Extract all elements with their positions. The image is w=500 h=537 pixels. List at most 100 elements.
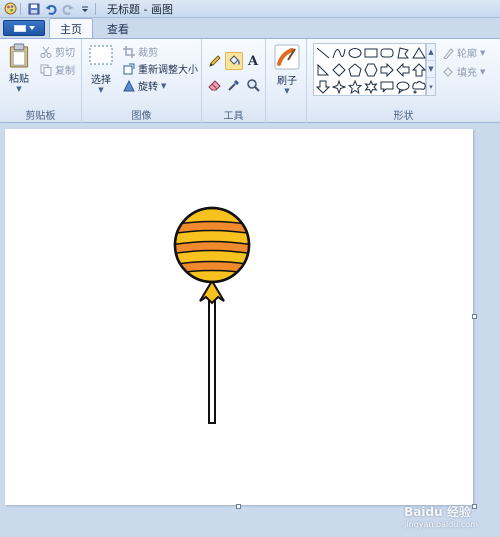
chevron-down-icon bbox=[28, 26, 35, 30]
shapes-group-label: 形状 bbox=[393, 111, 414, 122]
customize-toolbar-icon[interactable] bbox=[78, 2, 92, 16]
line-shape[interactable] bbox=[315, 45, 331, 61]
four-point-star-shape[interactable] bbox=[331, 79, 347, 95]
lollipop-stick bbox=[208, 300, 216, 424]
eraser-icon bbox=[208, 80, 221, 91]
lollipop-knot bbox=[199, 279, 225, 305]
fill-button[interactable]: 填充 ▼ bbox=[441, 64, 485, 79]
polygon-icon bbox=[397, 47, 409, 59]
chevron-down-icon: ▼ bbox=[284, 87, 290, 95]
chevron-down-icon: ▼ bbox=[480, 67, 486, 76]
chevron-down-icon: ▼ bbox=[98, 86, 104, 94]
eyedropper-icon bbox=[228, 79, 240, 91]
crop-icon bbox=[122, 45, 135, 58]
gallery-expand-icon[interactable]: ▾ bbox=[427, 78, 435, 95]
select-button[interactable]: 选择 ▼ bbox=[88, 45, 114, 95]
eraser-tool[interactable] bbox=[206, 76, 224, 94]
title-bar: 无标题 - 画图 bbox=[0, 0, 500, 18]
rounded-rectangle-shape[interactable] bbox=[379, 45, 395, 61]
fill-label: 填充 bbox=[457, 68, 477, 79]
magnifier-tool[interactable] bbox=[244, 76, 262, 94]
drawing-canvas[interactable] bbox=[5, 129, 473, 505]
polygon-shape[interactable] bbox=[395, 45, 411, 61]
paint-app-icon[interactable] bbox=[3, 2, 17, 16]
oval-callout-shape[interactable] bbox=[395, 79, 411, 95]
shapes-gallery bbox=[313, 43, 426, 96]
clipboard-group: 粘贴 ▼ 剪切 复制 剪贴板 bbox=[0, 39, 82, 124]
outline-label: 轮廓 bbox=[457, 49, 477, 60]
color-picker-tool[interactable] bbox=[225, 76, 243, 94]
image-group: 选择 ▼ 裁剪 重新调整大小 旋转 ▼ 图像 bbox=[82, 39, 202, 124]
fill-tool[interactable] bbox=[225, 52, 243, 70]
tab-view[interactable]: 查看 bbox=[97, 19, 139, 38]
left-arrow-shape[interactable] bbox=[395, 62, 411, 78]
rotate-label: 旋转 bbox=[138, 82, 158, 93]
oval-callout-icon bbox=[396, 81, 410, 94]
cloud-callout-icon bbox=[412, 81, 426, 94]
copy-button[interactable]: 复制 bbox=[39, 62, 75, 77]
paint-menu-button[interactable] bbox=[3, 20, 45, 36]
rotate-button[interactable]: 旋转 ▼ bbox=[122, 78, 166, 93]
canvas-resize-handle-right[interactable] bbox=[472, 314, 477, 319]
brush-icon bbox=[274, 44, 300, 70]
triangle-icon bbox=[412, 47, 426, 59]
crop-button[interactable]: 裁剪 bbox=[122, 44, 158, 59]
tools-group: A 工具 bbox=[202, 39, 266, 124]
right-arrow-icon bbox=[380, 63, 394, 77]
redo-icon[interactable] bbox=[61, 2, 75, 16]
tools-group-label: 工具 bbox=[223, 111, 244, 122]
canvas-resize-handle-bottom[interactable] bbox=[236, 504, 241, 509]
oval-shape[interactable] bbox=[347, 45, 363, 61]
undo-icon[interactable] bbox=[44, 2, 58, 16]
scissors-icon bbox=[39, 45, 52, 58]
brushes-label: 刷子 bbox=[277, 76, 297, 87]
four-point-star-icon bbox=[332, 80, 346, 94]
oval-icon bbox=[348, 48, 362, 58]
pentagon-icon bbox=[348, 63, 362, 77]
diamond-icon bbox=[332, 63, 346, 77]
rect-callout-shape[interactable] bbox=[379, 79, 395, 95]
brushes-button[interactable]: 刷子 ▼ bbox=[272, 44, 302, 99]
cloud-callout-shape[interactable] bbox=[411, 79, 427, 95]
rotate-icon bbox=[122, 79, 135, 92]
right-arrow-shape[interactable] bbox=[379, 62, 395, 78]
up-arrow-shape[interactable] bbox=[411, 62, 427, 78]
rectangle-icon bbox=[364, 48, 378, 58]
hexagon-shape[interactable] bbox=[363, 62, 379, 78]
text-tool[interactable]: A bbox=[244, 52, 262, 70]
shapes-gallery-scroll[interactable]: ▲ ▼ ▾ bbox=[426, 43, 436, 96]
chevron-down-icon: ▼ bbox=[161, 81, 167, 90]
five-point-star-shape[interactable] bbox=[347, 79, 363, 95]
right-triangle-shape[interactable] bbox=[315, 62, 331, 78]
line-icon bbox=[316, 47, 330, 59]
diamond-shape[interactable] bbox=[331, 62, 347, 78]
cut-button[interactable]: 剪切 bbox=[39, 44, 75, 59]
tab-home[interactable]: 主页 bbox=[49, 18, 93, 38]
resize-icon bbox=[122, 62, 135, 75]
scroll-down-icon[interactable]: ▼ bbox=[427, 61, 435, 78]
pencil-tool[interactable] bbox=[206, 52, 224, 70]
scroll-up-icon[interactable]: ▲ bbox=[427, 44, 435, 61]
hexagon-icon bbox=[364, 63, 378, 77]
up-arrow-icon bbox=[412, 63, 426, 77]
magnifier-icon bbox=[247, 79, 260, 92]
triangle-shape[interactable] bbox=[411, 45, 427, 61]
six-point-star-shape[interactable] bbox=[363, 79, 379, 95]
paste-button[interactable]: 粘贴 ▼ bbox=[5, 43, 33, 93]
crop-label: 裁剪 bbox=[138, 48, 158, 59]
resize-button[interactable]: 重新调整大小 bbox=[122, 61, 198, 76]
image-group-label: 图像 bbox=[131, 111, 152, 122]
clipboard-group-label: 剪贴板 bbox=[25, 111, 56, 122]
paint-bucket-icon bbox=[229, 55, 240, 66]
save-icon[interactable] bbox=[27, 2, 41, 16]
curve-shape[interactable] bbox=[331, 45, 347, 61]
pentagon-shape[interactable] bbox=[347, 62, 363, 78]
rectangle-shape[interactable] bbox=[363, 45, 379, 61]
down-arrow-shape[interactable] bbox=[315, 79, 331, 95]
outline-button[interactable]: 轮廓 ▼ bbox=[441, 45, 485, 60]
watermark-url: jingyan.baidu.com bbox=[404, 520, 478, 529]
workspace: Baidu 经验 jingyan.baidu.com bbox=[0, 124, 500, 537]
six-point-star-icon bbox=[364, 80, 378, 94]
cut-label: 剪切 bbox=[55, 48, 75, 59]
right-triangle-icon bbox=[317, 63, 330, 76]
